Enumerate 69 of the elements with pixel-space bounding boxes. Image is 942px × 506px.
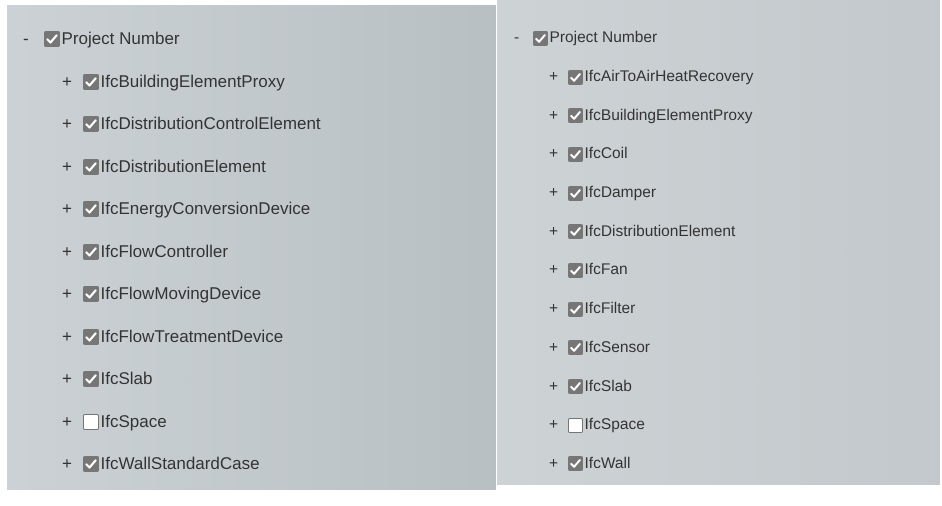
checkbox[interactable] xyxy=(82,414,98,430)
expand-toggle[interactable]: + xyxy=(62,242,72,261)
expand-toggle[interactable]: + xyxy=(549,68,558,86)
expand-toggle[interactable]: + xyxy=(62,454,72,474)
expand-toggle[interactable]: + xyxy=(62,114,72,134)
tree-item-label[interactable]: IfcSensor xyxy=(584,338,650,357)
expand-toggle[interactable]: + xyxy=(549,378,558,395)
checkbox[interactable] xyxy=(44,31,60,48)
tree-item-label[interactable]: IfcAirToAirHeatRecovery xyxy=(584,68,754,86)
checkbox[interactable] xyxy=(568,224,582,240)
tree-item-label[interactable]: IfcSlab xyxy=(100,369,152,390)
tree-item-label[interactable]: IfcFlowTreatmentDevice xyxy=(100,326,284,347)
expand-toggle[interactable]: + xyxy=(62,326,72,346)
checkbox[interactable] xyxy=(568,340,582,356)
expand-toggle[interactable]: + xyxy=(62,412,72,431)
tree-item-label[interactable]: IfcEnergyConversionDevice xyxy=(100,199,310,220)
expand-toggle[interactable]: + xyxy=(62,72,72,91)
expand-toggle[interactable]: + xyxy=(62,199,72,218)
tree-item-label[interactable]: IfcBuildingElementProxy xyxy=(584,106,752,125)
expand-toggle[interactable]: + xyxy=(549,145,558,162)
expand-toggle[interactable]: + xyxy=(62,156,72,176)
tree-item-label[interactable]: Project Number xyxy=(550,29,658,48)
checkbox[interactable] xyxy=(568,70,582,85)
expand-toggle[interactable]: - xyxy=(23,29,29,48)
checkbox[interactable] xyxy=(568,146,582,162)
checkbox[interactable] xyxy=(82,74,98,90)
tree-item-label[interactable]: IfcFlowController xyxy=(100,242,228,262)
expand-toggle[interactable]: + xyxy=(549,416,558,434)
checkbox[interactable] xyxy=(568,418,582,433)
checkbox[interactable] xyxy=(82,456,98,472)
checkbox[interactable] xyxy=(82,158,98,175)
checkbox[interactable] xyxy=(568,302,582,317)
tree-item-label[interactable]: IfcDistributionControlElement xyxy=(100,114,321,134)
tree-item-label[interactable]: IfcSpace xyxy=(100,412,167,432)
checkbox[interactable] xyxy=(82,286,98,302)
checkbox[interactable] xyxy=(568,379,582,394)
tree-item-label[interactable]: IfcSlab xyxy=(584,378,632,396)
tree-item-label[interactable]: IfcFan xyxy=(584,261,628,280)
expand-toggle[interactable]: + xyxy=(62,284,72,304)
checkbox[interactable] xyxy=(532,30,548,46)
expand-toggle[interactable]: + xyxy=(549,106,558,124)
expand-toggle[interactable]: + xyxy=(549,261,558,278)
tree-item-label[interactable]: IfcWallStandardCase xyxy=(100,454,260,474)
checkbox[interactable] xyxy=(568,262,582,278)
expand-toggle[interactable]: - xyxy=(514,29,520,46)
checkbox[interactable] xyxy=(568,456,582,472)
tree-item-label[interactable]: IfcDamper xyxy=(584,184,656,202)
expand-toggle[interactable]: + xyxy=(549,184,558,202)
tree-item-label[interactable]: IfcBuildingElementProxy xyxy=(100,72,285,92)
tree-item-label[interactable]: IfcFilter xyxy=(584,300,636,318)
tree-item-label[interactable]: IfcDistributionElement xyxy=(100,156,266,177)
tree-item-label[interactable]: IfcSpace xyxy=(584,416,645,434)
checkbox[interactable] xyxy=(82,201,98,218)
tree-item-label[interactable]: IfcWall xyxy=(584,454,630,473)
tree-item-label[interactable]: IfcCoil xyxy=(584,145,628,164)
checkbox[interactable] xyxy=(82,116,98,132)
tree-item-label[interactable]: IfcDistributionElement xyxy=(584,222,736,241)
tree-item-label[interactable]: IfcFlowMovingDevice xyxy=(100,284,262,304)
checkbox[interactable] xyxy=(82,371,98,388)
expand-toggle[interactable]: + xyxy=(549,300,558,318)
checkbox[interactable] xyxy=(568,186,582,201)
tree-item-label[interactable]: Project Number xyxy=(62,29,180,50)
expand-toggle[interactable]: + xyxy=(549,454,558,472)
expand-toggle[interactable]: + xyxy=(62,369,72,388)
checkbox[interactable] xyxy=(82,328,98,345)
expand-toggle[interactable]: + xyxy=(549,338,558,356)
checkbox[interactable] xyxy=(568,108,582,124)
checkbox[interactable] xyxy=(82,244,98,260)
expand-toggle[interactable]: + xyxy=(549,222,558,240)
